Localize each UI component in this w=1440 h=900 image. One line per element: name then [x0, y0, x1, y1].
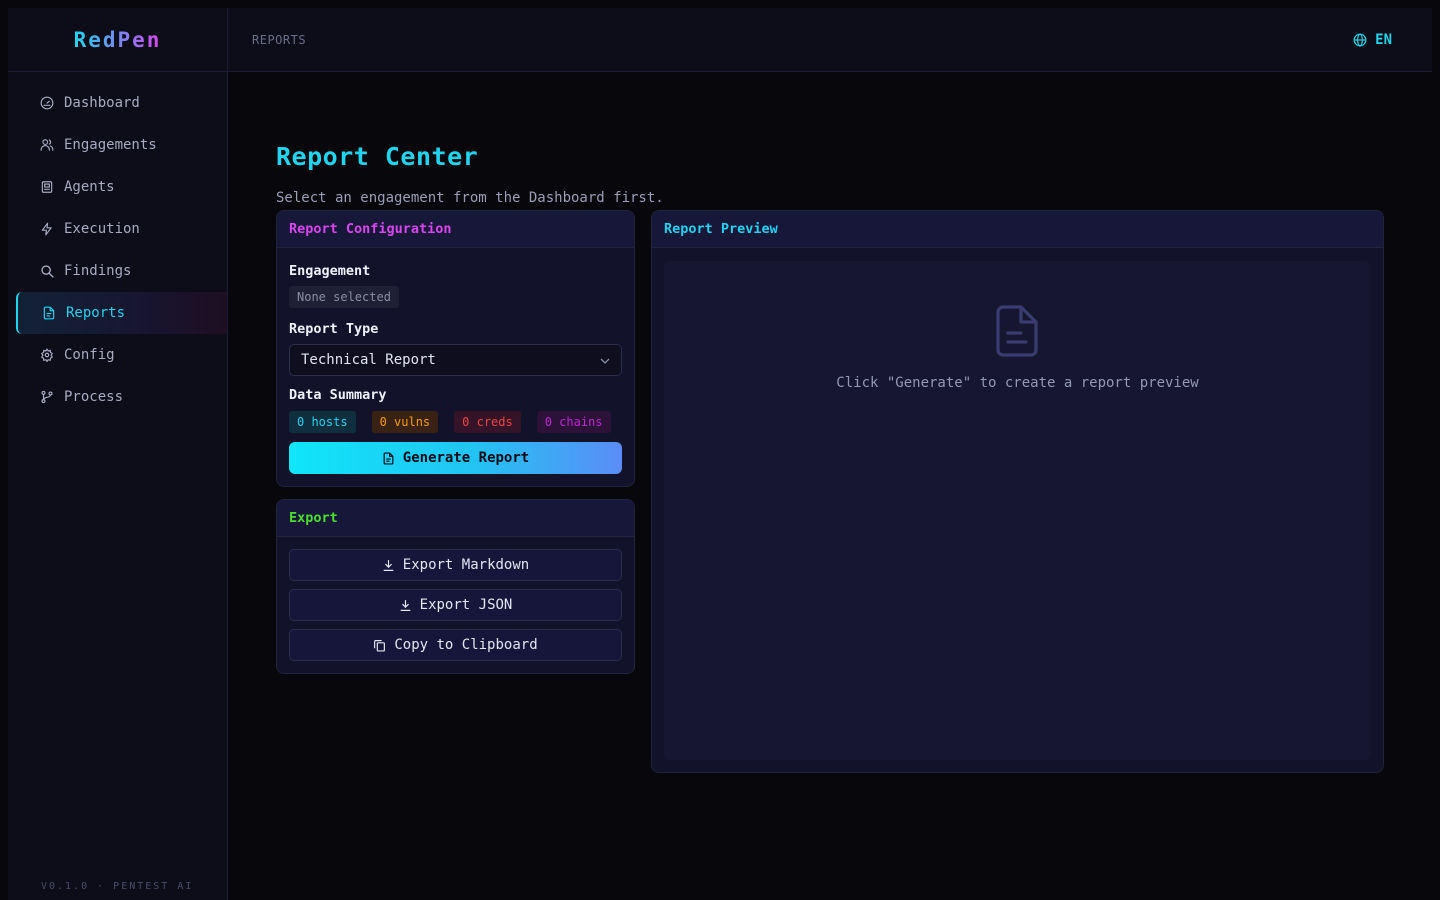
- preview-empty-message: Click "Generate" to create a report prev…: [836, 375, 1199, 391]
- generate-report-button[interactable]: Generate Report: [289, 442, 622, 474]
- engagement-value: None selected: [289, 286, 399, 308]
- report-preview-header: Report Preview: [652, 211, 1383, 248]
- data-summary-label: Data Summary: [289, 387, 387, 403]
- sidebar-item-execution[interactable]: Execution: [8, 208, 227, 250]
- sidebar-item-findings[interactable]: Findings: [8, 250, 227, 292]
- report-preview-card: Report Preview Click "Generate" to creat…: [651, 210, 1384, 773]
- sidebar-item-label: Execution: [64, 221, 140, 237]
- sidebar-item-dashboard[interactable]: Dashboard: [8, 82, 227, 124]
- brand-name: RedPen: [73, 27, 162, 52]
- sidebar-item-label: Config: [64, 347, 115, 363]
- report-preview-area: Click "Generate" to create a report prev…: [664, 261, 1371, 760]
- file-text-icon: [383, 451, 394, 465]
- sidebar-item-label: Engagements: [64, 137, 157, 153]
- report-configuration-card: Report Configuration Engagement None sel…: [276, 210, 635, 487]
- report-type-value: Technical Report: [301, 352, 436, 368]
- generate-report-label: Generate Report: [402, 450, 530, 466]
- chains-count-badge: 0 chains: [536, 411, 611, 433]
- sidebar-item-engagements[interactable]: Engagements: [8, 124, 227, 166]
- download-icon: [383, 559, 394, 571]
- sidebar-item-label: Findings: [64, 263, 132, 279]
- app-version: V0.1.0 · PENTEST AI: [41, 881, 194, 892]
- copy-to-clipboard-label: Copy to Clipboard: [394, 637, 538, 653]
- export-header: Export: [277, 500, 634, 537]
- sidebar-item-label: Reports: [66, 305, 126, 321]
- export-markdown-label: Export Markdown: [402, 557, 530, 573]
- sidebar-item-label: Dashboard: [64, 95, 140, 111]
- gear-icon: [40, 348, 54, 362]
- sidebar: RedPen Dashboard Engagements Agents Exec…: [8, 8, 228, 900]
- search-icon: [41, 265, 54, 278]
- sidebar-item-process[interactable]: Process: [8, 376, 227, 418]
- brand-logo[interactable]: RedPen: [8, 8, 227, 72]
- breadcrumb: REPORTS: [252, 32, 307, 47]
- topbar: REPORTS EN: [228, 8, 1432, 72]
- vulns-count-badge: 0 vulns: [371, 411, 439, 433]
- document-icon: [996, 305, 1038, 357]
- data-summary-stats: 0 hosts 0 vulns 0 creds 0 chains: [289, 411, 611, 433]
- page-subtitle: Select an engagement from the Dashboard …: [276, 190, 664, 206]
- copy-to-clipboard-button[interactable]: Copy to Clipboard: [289, 629, 622, 661]
- sidebar-item-label: Process: [64, 389, 124, 405]
- export-card: Export Export Markdown Export JSON Copy …: [276, 499, 635, 674]
- engagement-label: Engagement: [289, 263, 371, 279]
- report-type-select[interactable]: Technical Report: [289, 344, 622, 376]
- copy-icon: [374, 639, 386, 652]
- download-icon: [400, 599, 411, 611]
- report-type-label: Report Type: [289, 321, 379, 337]
- bot-icon: [41, 181, 53, 193]
- report-configuration-header: Report Configuration: [277, 211, 634, 248]
- export-json-button[interactable]: Export JSON: [289, 589, 622, 621]
- page-title: Report Center: [276, 142, 479, 171]
- users-icon: [40, 139, 54, 151]
- hosts-count-badge: 0 hosts: [289, 411, 356, 433]
- app-frame: RedPen Dashboard Engagements Agents Exec…: [8, 8, 1432, 900]
- sidebar-item-agents[interactable]: Agents: [8, 166, 227, 208]
- sidebar-nav: Dashboard Engagements Agents Execution F…: [8, 72, 227, 418]
- gauge-icon: [40, 96, 54, 110]
- export-json-label: Export JSON: [419, 597, 513, 613]
- sidebar-item-label: Agents: [64, 179, 115, 195]
- creds-count-badge: 0 creds: [454, 411, 521, 433]
- export-markdown-button[interactable]: Export Markdown: [289, 549, 622, 581]
- git-branch-icon: [41, 390, 53, 404]
- file-text-icon: [43, 306, 55, 320]
- language-switcher[interactable]: EN: [1353, 32, 1408, 48]
- zap-icon: [41, 222, 52, 236]
- language-label: EN: [1375, 31, 1392, 48]
- sidebar-item-config[interactable]: Config: [8, 334, 227, 376]
- sidebar-item-reports[interactable]: Reports: [16, 292, 227, 334]
- chevron-down-icon: [600, 358, 610, 364]
- globe-icon: [1353, 33, 1367, 46]
